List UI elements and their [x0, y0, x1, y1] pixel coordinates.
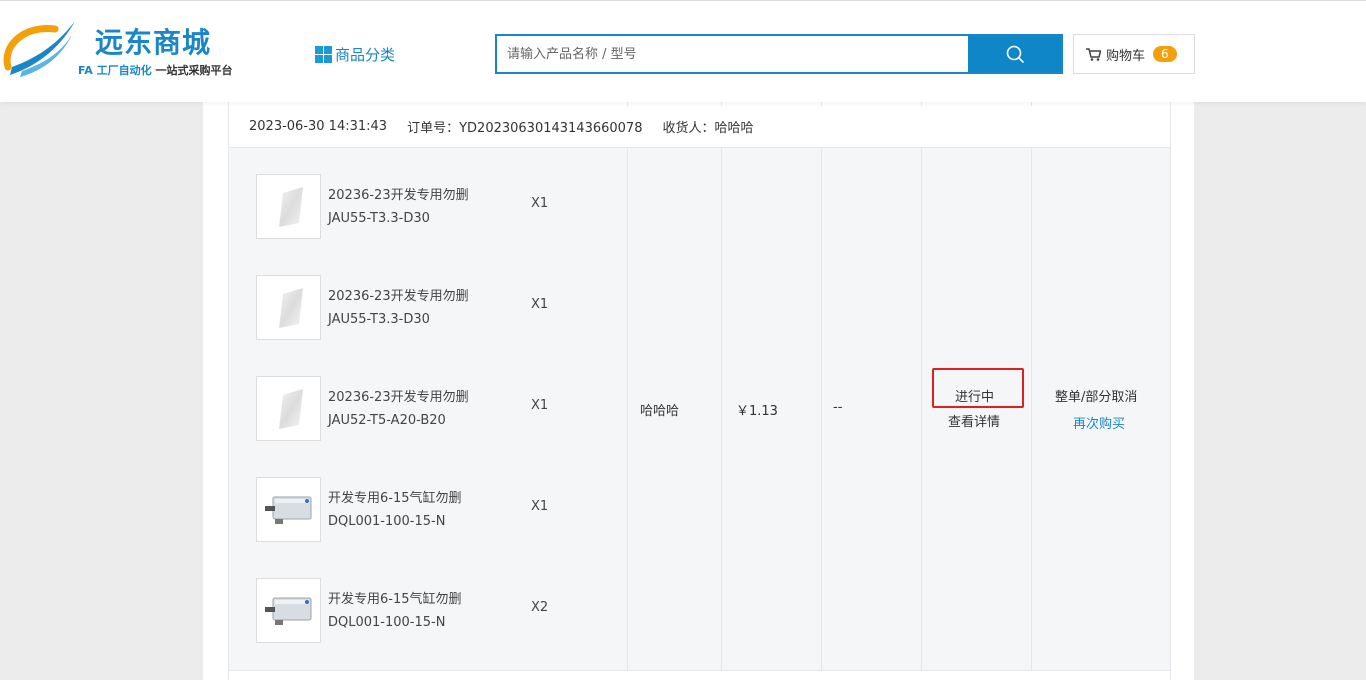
- receiver-label: 收货人：: [662, 121, 715, 136]
- order-item[interactable]: 开发专用6-15气缸勿删 DQL001-100-15-N X1: [256, 477, 636, 543]
- logo[interactable]: 远东商城 FA 工厂自动化 一站式采购平台: [0, 15, 240, 85]
- cylinder-icon: [264, 597, 311, 625]
- category-menu[interactable]: 商品分类: [315, 44, 395, 65]
- product-name[interactable]: 20236-23开发专用勿删 JAU55-T3.3-D30: [328, 184, 469, 230]
- consignee-name: 哈哈哈: [640, 404, 680, 419]
- product-thumbnail[interactable]: [256, 376, 321, 441]
- product-model: JAU52-T5-A20-B20: [328, 413, 446, 428]
- order-card: 2023-06-30 14:31:43 订单号：YD20230630143143…: [228, 100, 1171, 680]
- search-icon: [1006, 45, 1024, 63]
- column-divider: [921, 148, 922, 670]
- product-title: 20236-23开发专用勿删: [328, 390, 469, 405]
- product-title: 20236-23开发专用勿删: [328, 188, 469, 203]
- cart-label: 购物车: [1106, 48, 1146, 64]
- rebuy-link[interactable]: 再次购买: [1073, 413, 1125, 432]
- product-name[interactable]: 20236-23开发专用勿删 JAU52-T5-A20-B20: [328, 386, 469, 432]
- order-status: 进行中: [955, 390, 995, 405]
- product-name[interactable]: 开发专用6-15气缸勿删 DQL001-100-15-N: [328, 588, 462, 634]
- next-order-start: [229, 670, 1170, 680]
- product-model: JAU55-T3.3-D30: [328, 312, 430, 327]
- order-number-value: YD20230630143143660078: [459, 121, 643, 136]
- order-number: 订单号：YD20230630143143660078: [407, 117, 642, 136]
- column-divider: [721, 148, 722, 670]
- product-model: DQL001-100-15-N: [328, 514, 446, 529]
- order-body: 20236-23开发专用勿删 JAU55-T3.3-D30 X1 20236-2…: [229, 148, 1170, 670]
- product-model: DQL001-100-15-N: [328, 615, 446, 630]
- product-title: 开发专用6-15气缸勿删: [328, 491, 462, 506]
- logo-subtitle: FA 工厂自动化 一站式采购平台: [78, 62, 232, 78]
- order-extra: --: [833, 400, 843, 415]
- order-item[interactable]: 20236-23开发专用勿删 JAU55-T3.3-D30 X1: [256, 275, 636, 341]
- cart-count-badge: 6: [1153, 46, 1177, 62]
- product-thumbnail[interactable]: [256, 275, 321, 340]
- plate-icon: [278, 186, 303, 227]
- product-thumbnail[interactable]: [256, 578, 321, 643]
- logo-swoosh-icon: [3, 21, 75, 77]
- receiver-value: 哈哈哈: [714, 121, 754, 136]
- main-content: 2023-06-30 14:31:43 订单号：YD20230630143143…: [203, 0, 1194, 680]
- order-receiver: 收货人：哈哈哈: [662, 117, 753, 136]
- product-quantity: X1: [531, 398, 549, 413]
- product-thumbnail[interactable]: [256, 174, 321, 239]
- product-thumbnail[interactable]: [256, 477, 321, 542]
- product-quantity: X1: [531, 297, 549, 312]
- logo-title: 远东商城: [95, 26, 212, 59]
- product-quantity: X2: [531, 600, 549, 615]
- cart-button[interactable]: 购物车 6: [1073, 34, 1195, 74]
- product-name[interactable]: 20236-23开发专用勿删 JAU55-T3.3-D30: [328, 285, 469, 331]
- order-item[interactable]: 20236-23开发专用勿删 JAU55-T3.3-D30 X1: [256, 174, 636, 240]
- logo-sub-fa: FA 工厂自动化: [78, 64, 152, 77]
- search-bar: [495, 34, 1063, 74]
- order-amount: ￥1.13: [736, 404, 778, 419]
- view-detail-link[interactable]: 查看详情: [948, 411, 1000, 430]
- cancel-order-link[interactable]: 整单/部分取消: [1055, 386, 1137, 405]
- order-item[interactable]: 20236-23开发专用勿删 JAU52-T5-A20-B20 X1: [256, 376, 636, 442]
- logo-sub-rest: 一站式采购平台: [155, 64, 233, 77]
- order-number-label: 订单号：: [407, 121, 460, 136]
- order-header: 2023-06-30 14:31:43 订单号：YD20230630143143…: [229, 106, 1170, 148]
- product-title: 开发专用6-15气缸勿删: [328, 592, 462, 607]
- category-label: 商品分类: [335, 46, 396, 64]
- plate-icon: [278, 287, 303, 328]
- product-model: JAU55-T3.3-D30: [328, 211, 430, 226]
- grid-icon: [315, 46, 332, 63]
- product-quantity: X1: [531, 499, 549, 514]
- column-divider: [821, 148, 822, 670]
- search-input[interactable]: [497, 36, 968, 72]
- order-item[interactable]: 开发专用6-15气缸勿删 DQL001-100-15-N X2: [256, 578, 636, 644]
- product-name[interactable]: 开发专用6-15气缸勿删 DQL001-100-15-N: [328, 487, 462, 533]
- order-date: 2023-06-30 14:31:43: [249, 119, 388, 134]
- column-divider: [1031, 148, 1032, 670]
- plate-icon: [278, 388, 303, 429]
- product-quantity: X1: [531, 196, 549, 211]
- search-button[interactable]: [968, 36, 1061, 72]
- cart-icon: [1086, 47, 1101, 61]
- header: 远东商城 FA 工厂自动化 一站式采购平台 商品分类 购物车 6: [0, 0, 1366, 102]
- product-title: 20236-23开发专用勿删: [328, 289, 469, 304]
- cylinder-icon: [264, 496, 311, 524]
